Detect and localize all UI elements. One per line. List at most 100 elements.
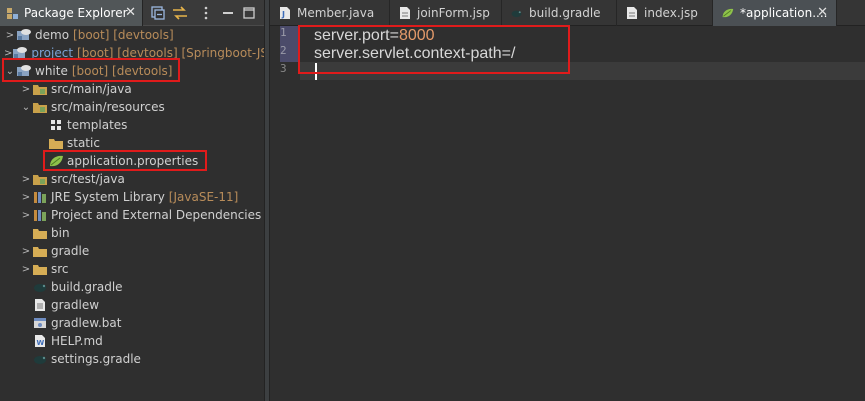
- gradle-file-icon: [32, 279, 48, 295]
- spring-leaf-icon: [48, 153, 64, 169]
- tab-label: joinForm.jsp: [417, 6, 490, 20]
- spring-leaf-icon: [721, 7, 734, 20]
- tree-item-label: static: [67, 136, 100, 150]
- svg-text:W: W: [37, 339, 45, 347]
- tree-item-label: src/test/java: [51, 172, 125, 186]
- editor-tab-bar: J Member.java joinForm.jsp build.gradle …: [270, 0, 865, 26]
- tree-item-src-main-java[interactable]: > src/main/java: [0, 80, 264, 98]
- tree-item-label: application.properties: [67, 154, 199, 168]
- tree-item-build-gradle[interactable]: build.gradle: [0, 278, 264, 296]
- current-line-highlight: [300, 62, 865, 80]
- tree-item-label: templates: [67, 118, 128, 132]
- chevron-right-icon[interactable]: >: [20, 264, 32, 275]
- tree-item-label: demo: [35, 28, 70, 42]
- tree-item-decoration: [boot] [devtools]: [73, 28, 174, 42]
- tree-item-label: HELP.md: [51, 334, 103, 348]
- line-number: 1: [280, 26, 298, 44]
- close-icon[interactable]: ✕: [817, 5, 828, 20]
- tab-label: build.gradle: [529, 6, 601, 20]
- file-icon: [32, 297, 48, 313]
- source-folder-icon: [32, 81, 48, 97]
- tree-item-decoration: [JavaSE-11]: [168, 190, 239, 204]
- gradle-project-icon: [16, 63, 32, 79]
- package-icon: [48, 117, 64, 133]
- tree-item-dependencies[interactable]: > Project and External Dependencies: [0, 206, 264, 224]
- view-menu-icon[interactable]: [198, 5, 214, 21]
- tab-build-gradle[interactable]: build.gradle: [502, 0, 617, 26]
- chevron-down-icon[interactable]: ⌄: [20, 102, 32, 113]
- folder-icon: [48, 135, 64, 151]
- folder-icon: [32, 261, 48, 277]
- line-number: 2: [280, 44, 298, 62]
- tree-item-white[interactable]: ⌄ white [boot] [devtools]: [0, 62, 264, 80]
- tree-item-label: settings.gradle: [51, 352, 141, 366]
- tab-member-java[interactable]: J Member.java: [270, 0, 390, 26]
- tree-item-label: build.gradle: [51, 280, 123, 294]
- property-key: server.servlet.context-path=/: [314, 45, 516, 62]
- java-file-icon: J: [278, 7, 291, 20]
- tree-item-static[interactable]: static: [0, 134, 264, 152]
- tab-package-explorer-label: Package Explorer: [24, 6, 128, 20]
- chevron-down-icon[interactable]: ⌄: [4, 66, 16, 77]
- tab-index-jsp[interactable]: index.jsp: [617, 0, 713, 26]
- gradle-file-icon: [32, 351, 48, 367]
- tab-application-properties[interactable]: *application.... ✕: [713, 0, 837, 26]
- jsp-file-icon: [625, 7, 638, 20]
- code-line-2[interactable]: server.servlet.context-path=/: [314, 44, 515, 64]
- code-editor[interactable]: server.port=8000 server.servlet.context-…: [300, 26, 865, 401]
- chevron-right-icon[interactable]: >: [4, 30, 16, 41]
- link-with-editor-icon[interactable]: [172, 5, 188, 21]
- close-icon[interactable]: ✕: [125, 5, 136, 20]
- tree-item-decoration: [boot] [devtools] [Springboot-JS: [77, 46, 264, 60]
- library-icon: [32, 189, 48, 205]
- chevron-right-icon[interactable]: >: [20, 174, 32, 185]
- property-value: 8000: [398, 27, 435, 44]
- folder-icon: [32, 243, 48, 259]
- line-number: 3: [280, 62, 287, 75]
- gradle-project-icon: [16, 27, 32, 43]
- package-explorer: Package Explorer ✕ > demo [boot] [devtoo…: [0, 0, 264, 401]
- tree-item-label: JRE System Library: [51, 190, 165, 204]
- editor-area: J Member.java joinForm.jsp build.gradle …: [270, 0, 865, 401]
- tree-item-gradle[interactable]: > gradle: [0, 242, 264, 260]
- chevron-right-icon[interactable]: >: [4, 48, 12, 59]
- chevron-right-icon[interactable]: >: [20, 246, 32, 257]
- tree-item-src-main-resources[interactable]: ⌄ src/main/resources: [0, 98, 264, 116]
- explorer-tab-bar: Package Explorer ✕: [0, 0, 264, 26]
- tree-item-templates[interactable]: templates: [0, 116, 264, 134]
- source-folder-icon: [32, 99, 48, 115]
- tree-item-bin[interactable]: bin: [0, 224, 264, 242]
- tree-item-jre-system-library[interactable]: > JRE System Library [JavaSE-11]: [0, 188, 264, 206]
- chevron-right-icon[interactable]: >: [20, 84, 32, 95]
- tree-item-label: gradlew: [51, 298, 100, 312]
- chevron-right-icon[interactable]: >: [20, 192, 32, 203]
- tree-item-label: gradlew.bat: [51, 316, 122, 330]
- line-number-gutter: 1 2 3: [270, 26, 300, 401]
- property-key: server.port=: [314, 27, 399, 44]
- tree-item-application-properties[interactable]: application.properties: [0, 152, 264, 170]
- tab-joinform-jsp[interactable]: joinForm.jsp: [390, 0, 502, 26]
- tree-item-settings-gradle[interactable]: settings.gradle: [0, 350, 264, 368]
- tree-item-label: src/main/resources: [51, 100, 165, 114]
- svg-text:J: J: [281, 10, 285, 19]
- tree-item-help-md[interactable]: W HELP.md: [0, 332, 264, 350]
- tree-item-src-test-java[interactable]: > src/test/java: [0, 170, 264, 188]
- chevron-right-icon[interactable]: >: [20, 210, 32, 221]
- tree-item-demo[interactable]: > demo [boot] [devtools]: [0, 26, 264, 44]
- tree-item-label: src/main/java: [51, 82, 132, 96]
- tree-item-label: white: [35, 64, 68, 78]
- gradle-file-icon: [510, 7, 523, 20]
- tree-item-project[interactable]: > project [boot] [devtools] [Springboot-…: [0, 44, 264, 62]
- tab-package-explorer[interactable]: Package Explorer ✕: [0, 0, 143, 26]
- tree-item-src[interactable]: > src: [0, 260, 264, 278]
- tree-item-label: Project and External Dependencies: [51, 208, 262, 222]
- maximize-icon[interactable]: [241, 5, 257, 21]
- tree-item-label: bin: [51, 226, 70, 240]
- tree-item-gradlew-bat[interactable]: gradlew.bat: [0, 314, 264, 332]
- code-line-1[interactable]: server.port=8000: [314, 26, 435, 46]
- minimize-icon[interactable]: [220, 5, 236, 21]
- tree-item-gradlew[interactable]: gradlew: [0, 296, 264, 314]
- batch-file-icon: [32, 315, 48, 331]
- gradle-project-icon: [12, 45, 28, 61]
- collapse-all-icon[interactable]: [150, 5, 166, 21]
